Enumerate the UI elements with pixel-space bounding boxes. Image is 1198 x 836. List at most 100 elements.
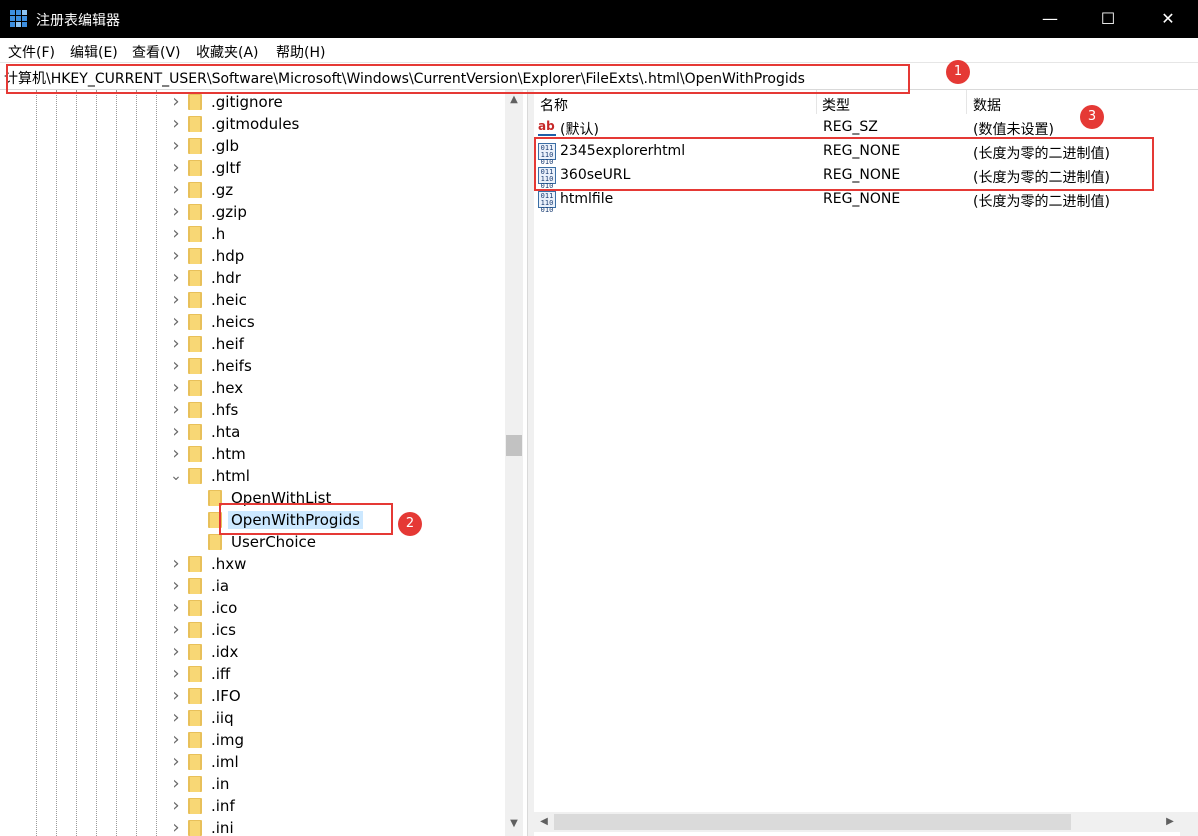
- tree-item[interactable]: › .IFO: [0, 685, 505, 707]
- tree-scroll-thumb[interactable]: [506, 435, 522, 456]
- column-divider[interactable]: [966, 90, 967, 114]
- tree-item[interactable]: › .img: [0, 729, 505, 751]
- minimize-button[interactable]: —: [1020, 0, 1080, 38]
- value-row[interactable]: 011 110 010 htmlfile REG_NONE (长度为零的二进制值): [534, 188, 1198, 214]
- tree-item[interactable]: › .gitmodules: [0, 113, 505, 135]
- chevron-right-icon[interactable]: ›: [170, 445, 182, 463]
- tree-item[interactable]: › .heifs: [0, 355, 505, 377]
- tree-item[interactable]: › .idx: [0, 641, 505, 663]
- menu-help[interactable]: 帮助(H): [276, 42, 325, 62]
- chevron-right-icon[interactable]: ›: [170, 665, 182, 683]
- tree-item-label: .inf: [211, 797, 235, 815]
- tree-item-label: .img: [211, 731, 245, 749]
- chevron-right-icon[interactable]: ›: [170, 159, 182, 177]
- tree-item[interactable]: › .h: [0, 223, 505, 245]
- chevron-right-icon[interactable]: ›: [170, 643, 182, 661]
- menu-view[interactable]: 查看(V): [132, 42, 181, 62]
- chevron-right-icon[interactable]: ›: [170, 225, 182, 243]
- folder-icon: [188, 116, 202, 132]
- tree-item[interactable]: ⌄ .html: [0, 465, 505, 487]
- tree-item[interactable]: › .heics: [0, 311, 505, 333]
- tree-item[interactable]: › .hfs: [0, 399, 505, 421]
- tree-item[interactable]: › .hta: [0, 421, 505, 443]
- tree-item[interactable]: › .glb: [0, 135, 505, 157]
- tree-item-label: .in: [211, 775, 230, 793]
- maximize-button[interactable]: ☐: [1078, 0, 1138, 38]
- chevron-right-icon[interactable]: ›: [170, 797, 182, 815]
- tree-item[interactable]: › .iff: [0, 663, 505, 685]
- tree-item[interactable]: › .gz: [0, 179, 505, 201]
- chevron-right-icon[interactable]: ›: [170, 621, 182, 639]
- chevron-right-icon[interactable]: ›: [170, 599, 182, 617]
- folder-icon: [208, 534, 222, 550]
- chevron-right-icon[interactable]: ›: [170, 379, 182, 397]
- column-header-data[interactable]: 数据: [973, 95, 1001, 115]
- folder-icon: [188, 732, 202, 748]
- tree-item[interactable]: › .gltf: [0, 157, 505, 179]
- tree-item[interactable]: › .ini: [0, 817, 505, 836]
- chevron-right-icon[interactable]: ›: [170, 137, 182, 155]
- menu-edit[interactable]: 编辑(E): [70, 42, 118, 62]
- chevron-right-icon[interactable]: ›: [170, 357, 182, 375]
- chevron-right-icon[interactable]: ›: [170, 709, 182, 727]
- chevron-right-icon[interactable]: ›: [170, 819, 182, 836]
- chevron-down-icon[interactable]: ⌄: [170, 469, 182, 483]
- tree-item[interactable]: › .inf: [0, 795, 505, 817]
- list-horizontal-scrollbar[interactable]: ◀ ▶: [534, 812, 1180, 832]
- chevron-right-icon[interactable]: ›: [170, 269, 182, 287]
- tree-item[interactable]: › .iiq: [0, 707, 505, 729]
- chevron-right-icon[interactable]: ›: [170, 115, 182, 133]
- tree-item[interactable]: › .gitignore: [0, 91, 505, 113]
- tree-item-label: .gz: [211, 181, 234, 199]
- tree-item[interactable]: › .hxw: [0, 553, 505, 575]
- tree-scrollbar[interactable]: ▲ ▼: [505, 90, 523, 836]
- chevron-right-icon[interactable]: ›: [170, 291, 182, 309]
- tree-item[interactable]: › .iml: [0, 751, 505, 773]
- tree-item[interactable]: › .ico: [0, 597, 505, 619]
- menu-file[interactable]: 文件(F): [8, 42, 55, 62]
- chevron-right-icon[interactable]: ›: [170, 93, 182, 111]
- chevron-right-icon[interactable]: ›: [170, 203, 182, 221]
- chevron-right-icon[interactable]: ›: [170, 335, 182, 353]
- chevron-right-icon[interactable]: ›: [170, 555, 182, 573]
- tree-item[interactable]: › .heif: [0, 333, 505, 355]
- list-scroll-thumb[interactable]: [554, 814, 1071, 830]
- tree-item[interactable]: › .gzip: [0, 201, 505, 223]
- column-header-name[interactable]: 名称: [540, 95, 568, 115]
- tree-item-label: .heic: [211, 291, 247, 309]
- chevron-right-icon[interactable]: ›: [170, 313, 182, 331]
- chevron-right-icon[interactable]: ›: [170, 731, 182, 749]
- scroll-right-icon[interactable]: ▶: [1162, 814, 1178, 830]
- close-button[interactable]: ✕: [1138, 0, 1198, 38]
- tree-item[interactable]: › .in: [0, 773, 505, 795]
- tree-item[interactable]: › .htm: [0, 443, 505, 465]
- chevron-right-icon[interactable]: ›: [170, 687, 182, 705]
- tree-item[interactable]: › .hdp: [0, 245, 505, 267]
- value-type: REG_NONE: [823, 191, 901, 207]
- tree-item[interactable]: › .hex: [0, 377, 505, 399]
- scroll-up-icon[interactable]: ▲: [505, 92, 523, 108]
- chevron-right-icon[interactable]: ›: [170, 775, 182, 793]
- registry-editor-icon: [10, 10, 28, 28]
- tree-item[interactable]: › .heic: [0, 289, 505, 311]
- chevron-right-icon[interactable]: ›: [170, 753, 182, 771]
- folder-icon: [188, 424, 202, 440]
- scroll-down-icon[interactable]: ▼: [505, 816, 523, 832]
- tree-item[interactable]: › .ia: [0, 575, 505, 597]
- tree-item-label: .heics: [211, 313, 255, 331]
- folder-icon: [188, 600, 202, 616]
- folder-icon: [188, 226, 202, 242]
- chevron-right-icon[interactable]: ›: [170, 181, 182, 199]
- scroll-left-icon[interactable]: ◀: [536, 814, 552, 830]
- chevron-right-icon[interactable]: ›: [170, 577, 182, 595]
- tree-item[interactable]: › .hdr: [0, 267, 505, 289]
- tree-item[interactable]: › .ics: [0, 619, 505, 641]
- chevron-right-icon[interactable]: ›: [170, 423, 182, 441]
- chevron-right-icon[interactable]: ›: [170, 247, 182, 265]
- column-header-type[interactable]: 类型: [822, 95, 850, 115]
- size-grip[interactable]: [1180, 812, 1198, 836]
- tree-item-label: .idx: [211, 643, 239, 661]
- value-type: REG_SZ: [823, 119, 878, 135]
- chevron-right-icon[interactable]: ›: [170, 401, 182, 419]
- menu-favorites[interactable]: 收藏夹(A): [196, 42, 259, 62]
